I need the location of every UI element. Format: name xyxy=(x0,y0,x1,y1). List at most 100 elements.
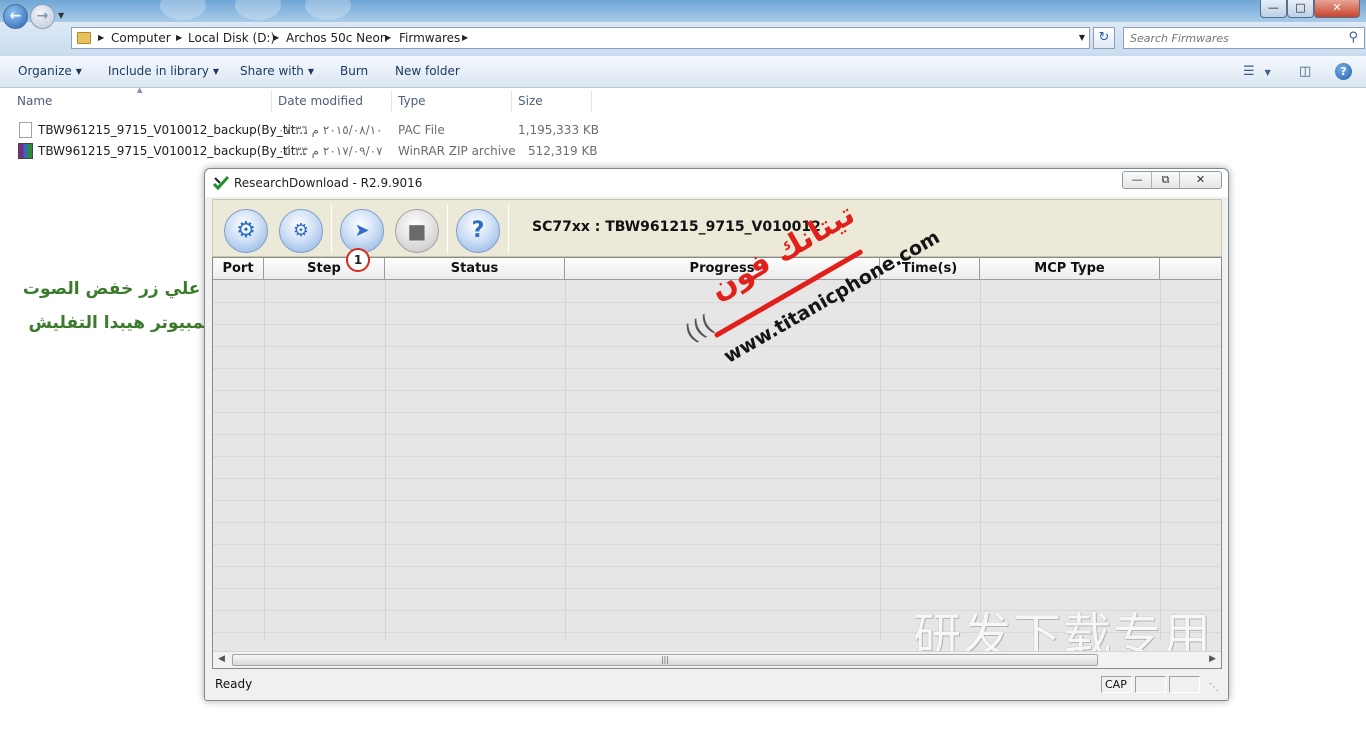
share-with-label: Share with xyxy=(240,64,304,78)
column-size[interactable]: Size xyxy=(518,94,543,108)
grid-line xyxy=(213,412,1221,413)
settings-gear-icon[interactable]: ⚙ xyxy=(224,209,268,253)
chevron-down-icon: ▼ xyxy=(212,67,220,76)
researchdownload-toolbar: ⚙ ⚙​ ➤ ■ ? SC77xx : TBW961215_9715_V0100… xyxy=(212,199,1222,257)
gear-glyph: ⚙ xyxy=(236,218,256,243)
column-divider[interactable] xyxy=(591,90,592,112)
stop-glyph: ■ xyxy=(407,219,427,243)
recent-pages-dropdown[interactable]: ▼ xyxy=(58,11,64,20)
close-button[interactable]: ✕ xyxy=(1179,172,1221,188)
toolbar-separator xyxy=(447,204,448,254)
column-divider[interactable] xyxy=(511,90,512,112)
include-in-library-label: Include in library xyxy=(108,64,209,78)
minimize-button[interactable]: — xyxy=(1123,172,1151,188)
grid-line xyxy=(213,544,1221,545)
share-with-button[interactable]: Share with ▼ xyxy=(240,64,314,78)
breadcrumb-archos[interactable]: Archos 50c Neon xyxy=(286,31,387,45)
resize-grip-icon[interactable]: ⋱ xyxy=(1209,682,1219,693)
address-dropdown-icon[interactable]: ▼ xyxy=(1079,33,1085,42)
chevron-down-icon: ▼ xyxy=(307,67,315,76)
breadcrumb-computer[interactable]: Computer xyxy=(111,31,171,45)
search-icon[interactable]: ⚲ xyxy=(1348,30,1358,45)
column-time[interactable]: Time(s) xyxy=(880,258,980,280)
forward-button[interactable]: → xyxy=(30,4,55,29)
view-options-icon[interactable]: ☰ ▼ xyxy=(1243,64,1271,79)
column-mcp-type[interactable]: MCP Type xyxy=(980,258,1160,280)
step-number-badge: 1 xyxy=(346,248,370,272)
search-input[interactable] xyxy=(1124,28,1334,48)
back-button[interactable]: ← xyxy=(3,4,28,29)
organize-button[interactable]: Organize ▼ xyxy=(18,64,82,78)
toolbar-separator xyxy=(508,204,509,254)
status-bar: Ready CAP ⋱ xyxy=(212,673,1222,695)
researchdownload-title: ResearchDownload - R2.9.9016 xyxy=(234,176,423,190)
include-in-library-button[interactable]: Include in library ▼ xyxy=(108,64,219,78)
question-glyph: ? xyxy=(471,218,485,243)
search-box[interactable]: ⚲ xyxy=(1123,27,1365,49)
breadcrumb-firmwares[interactable]: Firmwares xyxy=(399,31,460,45)
file-row[interactable]: TBW961215_9715_V010012_backup(By_tit... … xyxy=(17,141,598,161)
grid-line xyxy=(213,478,1221,479)
port-status-grid[interactable]: Port Step Status Progress Time(s) MCP Ty… xyxy=(212,257,1222,669)
scroll-right-icon[interactable]: ▶ xyxy=(1209,654,1216,664)
new-folder-button[interactable]: New folder xyxy=(395,64,460,78)
file-date: ٢٠١٧/٠٩/٠٧ م ٠٥:٣٣ xyxy=(278,144,383,158)
grid-line xyxy=(565,280,566,640)
horizontal-scrollbar[interactable]: ◀ ||| ▶ xyxy=(213,651,1221,668)
stop-icon[interactable]: ■ xyxy=(395,209,439,253)
grid-line xyxy=(880,280,881,640)
explorer-title-bar xyxy=(0,0,1366,22)
grid-line xyxy=(213,566,1221,567)
chevron-right-icon[interactable]: ▶ xyxy=(385,33,391,42)
column-status[interactable]: Status xyxy=(385,258,565,280)
researchdownload-title-bar[interactable]: ResearchDownload - R2.9.9016 — ⧉ ✕ xyxy=(205,169,1228,197)
winrar-archive-icon xyxy=(18,143,33,159)
file-row[interactable]: TBW961215_9715_V010012_backup(By_tit... … xyxy=(17,120,599,140)
play-glyph: ➤ xyxy=(354,220,370,241)
close-button[interactable]: ✕ xyxy=(1314,0,1360,18)
scrollbar-thumb[interactable]: ||| xyxy=(232,654,1098,666)
sort-ascending-icon: ▲ xyxy=(137,86,143,94)
grid-line xyxy=(213,368,1221,369)
grid-line xyxy=(264,280,265,640)
column-name[interactable]: Name xyxy=(17,94,52,108)
loaded-file-label: SC77xx : TBW961215_9715_V010012 xyxy=(532,219,821,235)
refresh-button[interactable]: ↻ xyxy=(1093,27,1115,49)
file-type: WinRAR ZIP archive xyxy=(398,144,516,158)
breadcrumb-local-disk[interactable]: Local Disk (D:) xyxy=(188,31,275,45)
grid-line xyxy=(213,522,1221,523)
researchdownload-app-icon xyxy=(213,175,229,191)
gears-glyph: ⚙​ xyxy=(292,220,310,241)
maximize-button[interactable]: □ xyxy=(1287,0,1314,18)
minimize-button[interactable]: — xyxy=(1260,0,1287,18)
grid-line xyxy=(213,324,1221,325)
chevron-right-icon[interactable]: ▶ xyxy=(98,33,104,42)
column-port[interactable]: Port xyxy=(213,258,264,280)
help-icon[interactable]: ? xyxy=(456,209,500,253)
grid-line xyxy=(213,302,1221,303)
file-name: TBW961215_9715_V010012_backup(By_tit... xyxy=(38,144,307,158)
pac-file-icon xyxy=(19,122,32,138)
column-divider[interactable] xyxy=(391,90,392,112)
burn-button[interactable]: Burn xyxy=(340,64,368,78)
chevron-right-icon[interactable]: ▶ xyxy=(273,33,279,42)
file-date: ٢٠١٥/٠٨/١٠ م ٠٧:٣٦ xyxy=(278,123,383,137)
column-date-modified[interactable]: Date modified xyxy=(278,94,363,108)
grid-line xyxy=(213,434,1221,435)
grid-line xyxy=(1160,280,1161,640)
preview-pane-icon[interactable]: ◫ xyxy=(1299,64,1311,79)
chevron-right-icon[interactable]: ▶ xyxy=(176,33,182,42)
grid-line xyxy=(213,390,1221,391)
chevron-right-icon[interactable]: ▶ xyxy=(462,33,468,42)
column-progress[interactable]: Progress xyxy=(565,258,880,280)
address-bar[interactable]: ▶ Computer ▶ Local Disk (D:) ▶ Archos 50… xyxy=(71,27,1090,49)
start-download-icon[interactable]: ➤ xyxy=(340,209,384,253)
column-divider[interactable] xyxy=(271,90,272,112)
help-icon[interactable]: ? xyxy=(1335,63,1352,80)
scroll-left-icon[interactable]: ◀ xyxy=(218,654,225,664)
maximize-button[interactable]: ⧉ xyxy=(1151,172,1179,188)
aero-decoration xyxy=(235,0,281,20)
settings-gears-icon[interactable]: ⚙​ xyxy=(279,209,323,253)
toolbar-separator xyxy=(331,204,332,254)
column-type[interactable]: Type xyxy=(398,94,426,108)
